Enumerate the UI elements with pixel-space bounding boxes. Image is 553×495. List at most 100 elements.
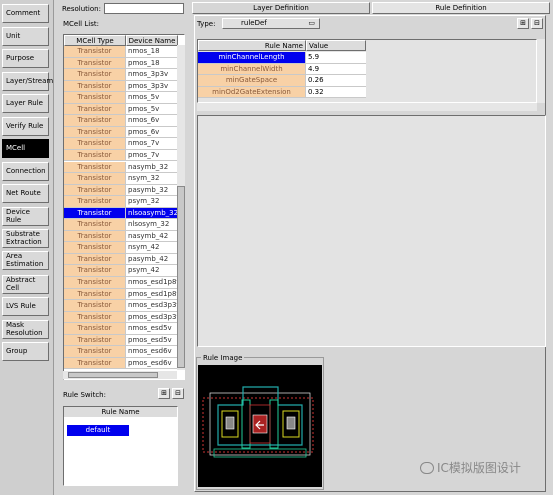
mcell-row[interactable]: Transistor nmos_esd1p8v	[64, 277, 178, 289]
mcell-row[interactable]: Transistor pmos_5v	[64, 103, 178, 116]
mcell-type-cell: Transistor	[64, 288, 126, 300]
nav-item-substrate-extraction[interactable]: Substrate Extraction	[2, 229, 49, 248]
mcell-type-cell: Transistor	[64, 346, 126, 357]
device-name-cell: pmos_3p3v	[128, 81, 169, 90]
mcell-row[interactable]: Transistor nmos_6v	[64, 115, 178, 127]
mcell-scroll-thumb[interactable]	[177, 186, 185, 368]
device-name-cell: pasymb_42	[128, 254, 169, 263]
device-name-cell: nmos_7v	[128, 139, 160, 148]
nav-item-group[interactable]: Group	[2, 342, 49, 361]
column-header-value[interactable]: Value	[306, 40, 366, 51]
param-name-cell: minGateSpace	[198, 75, 306, 87]
mcell-row[interactable]: Transistor nmos_esd3p3v	[64, 300, 178, 312]
mcell-row[interactable]: Transistor pmos_7v	[64, 149, 178, 162]
mcell-type-cell: Transistor	[64, 46, 126, 57]
tab-rule-definition[interactable]: Rule Definition	[372, 2, 550, 14]
nav-item-device-rule[interactable]: Device Rule	[2, 207, 49, 226]
device-name-cell: pmos_6v	[128, 127, 160, 136]
mcell-type-cell: Transistor	[64, 57, 126, 69]
mcell-type-cell: Transistor	[64, 126, 126, 138]
mcell-row[interactable]: Transistor nmos_esd6v	[64, 346, 178, 358]
mcell-row[interactable]: Transistor nasymb_42	[64, 230, 178, 243]
column-header-mcell-type[interactable]: MCell Type	[64, 35, 126, 46]
watermark: IC模拟版图设计	[420, 459, 521, 476]
nav-item-unit[interactable]: Unit	[2, 27, 49, 46]
mcell-type-cell: Transistor	[64, 357, 126, 369]
param-row[interactable]: minOd2GateExtension 0.32	[198, 86, 366, 99]
param-value-cell[interactable]: 5.9	[306, 52, 366, 64]
mcell-row[interactable]: Transistor pmos_esd6v	[64, 357, 178, 370]
nav-item-area-estimation[interactable]: Area Estimation	[2, 251, 49, 270]
param-row[interactable]: minGateSpace 0.26	[198, 75, 366, 87]
mcell-row[interactable]: Transistor pmos_3p3v	[64, 80, 178, 93]
nav-item-layer-stream[interactable]: Layer/Stream	[2, 72, 53, 91]
type-label: Type:	[197, 20, 216, 28]
param-value-cell[interactable]: 4.9	[306, 63, 366, 76]
mcell-row[interactable]: Transistor nlsosym_32	[64, 219, 178, 231]
mcell-hscroll-thumb[interactable]	[68, 372, 158, 378]
device-name-cell: nmos_6v	[128, 116, 160, 125]
rule-row-default[interactable]: default	[67, 425, 129, 436]
type-select[interactable]: ruleDef ▭	[222, 18, 320, 29]
add-rule-icon[interactable]: ⊞	[158, 388, 170, 399]
delete-rule-icon[interactable]: ⊟	[172, 388, 184, 399]
mcell-row[interactable]: Transistor pmos_esd3p3v	[64, 311, 178, 324]
mcell-row[interactable]: Transistor pmos_6v	[64, 126, 178, 139]
nav-item-comment[interactable]: Comment	[2, 4, 49, 23]
mcell-row[interactable]: Transistor pasymb_32	[64, 184, 178, 197]
mcell-type-cell: Transistor	[64, 300, 126, 311]
mcell-row[interactable]: Transistor pmos_18	[64, 57, 178, 70]
mcell-row[interactable]: Transistor nasymb_32	[64, 161, 178, 173]
nav-item-mask-resolution[interactable]: Mask Resolution	[2, 320, 49, 339]
nav-item-lvs-rule[interactable]: LVS Rule	[2, 297, 49, 316]
rule-detail-area	[197, 115, 546, 347]
left-nav: Comment Unit Purpose Layer/Stream Layer Rule…	[0, 0, 54, 495]
param-row[interactable]: minChannelLength 5.9	[198, 52, 366, 64]
param-row[interactable]: minChannelWidth 4.9	[198, 63, 366, 76]
mcell-type-cell: Transistor	[64, 149, 126, 161]
rule-switch-label: Rule Switch:	[63, 391, 106, 399]
mcell-row[interactable]: Transistor nsym_32	[64, 173, 178, 185]
device-name-cell: nmos_esd1p8v	[128, 278, 178, 286]
mcell-type-cell: Transistor	[64, 173, 126, 184]
nav-item-abstract-cell[interactable]: Abstract Cell	[2, 275, 49, 294]
mcell-row[interactable]: Transistor nmos_18	[64, 46, 178, 58]
mcell-row[interactable]: Transistor nsym_42	[64, 242, 178, 254]
param-value-cell[interactable]: 0.32	[306, 86, 366, 99]
mcell-row[interactable]: Transistor psym_32	[64, 196, 178, 208]
mcell-row[interactable]: Transistor pasymb_42	[64, 253, 178, 266]
mcell-row[interactable]: Transistor pmos_esd1p8v	[64, 288, 178, 301]
mcell-type-cell: Transistor	[64, 69, 126, 80]
mcell-row[interactable]: Transistor nmos_5v	[64, 92, 178, 104]
add-param-icon[interactable]: ⊞	[517, 18, 529, 29]
nav-item-purpose[interactable]: Purpose	[2, 49, 49, 68]
mcell-row[interactable]: Transistor nmos_7v	[64, 138, 178, 150]
mcell-row[interactable]: Transistor pmos_esd5v	[64, 334, 178, 347]
dropdown-arrow-icon: ▭	[308, 19, 315, 27]
nav-item-mcell[interactable]: MCell	[2, 139, 49, 158]
mcell-table: MCell Type Device Name Transistor nmos_18 Tr…	[63, 34, 185, 380]
delete-param-icon[interactable]: ⊟	[531, 18, 543, 29]
nav-item-layer-rule[interactable]: Layer Rule	[2, 94, 49, 113]
resolution-input[interactable]	[104, 3, 184, 14]
mcell-type-cell: Transistor	[64, 253, 126, 265]
column-header-rule-name[interactable]: Rule Name	[198, 40, 306, 51]
type-value: ruleDef	[241, 19, 267, 27]
mcell-row[interactable]: Transistor psym_42	[64, 265, 178, 277]
tab-layer-definition[interactable]: Layer Definition	[192, 2, 370, 14]
device-name-cell: pmos_esd5v	[128, 335, 172, 344]
mcell-row[interactable]: Transistor nmos_esd5v	[64, 323, 178, 335]
column-header-device-name[interactable]: Device Name	[126, 35, 178, 46]
device-name-cell: pmos_7v	[128, 150, 160, 159]
param-value-cell[interactable]: 0.26	[306, 75, 366, 87]
nav-item-verify-rule[interactable]: Verify Rule	[2, 117, 49, 136]
nav-item-connection[interactable]: Connection	[2, 162, 49, 181]
device-name-cell: pasymb_32	[128, 185, 169, 194]
rule-image-label: Rule Image	[201, 354, 245, 362]
param-horizontal-scrollbar[interactable]	[197, 103, 537, 111]
mcell-row[interactable]: Transistor nlsoasymb_32	[64, 207, 178, 220]
param-vertical-scrollbar[interactable]	[537, 39, 545, 103]
resolution-label: Resolution:	[62, 5, 101, 13]
nav-item-net-route[interactable]: Net Route	[2, 184, 49, 203]
mcell-row[interactable]: Transistor nmos_3p3v	[64, 69, 178, 81]
